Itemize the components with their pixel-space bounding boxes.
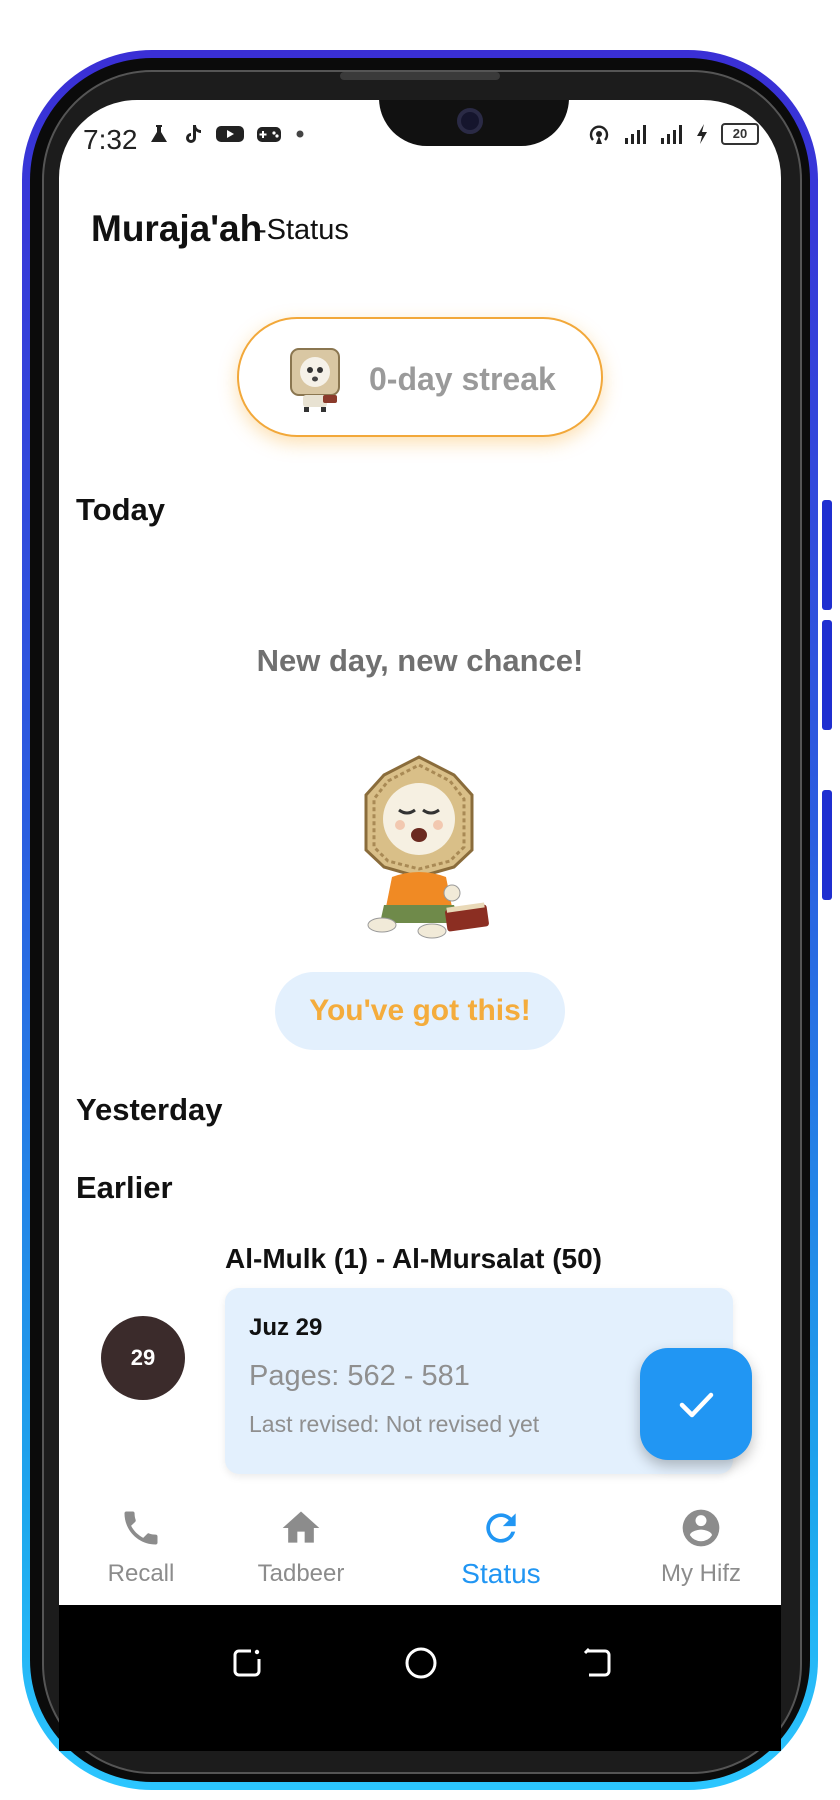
battery-level: 20 — [721, 123, 759, 145]
juz-number-badge: 29 — [101, 1316, 185, 1400]
page-title: Muraja'ah — [91, 208, 263, 249]
mascot-small-icon — [290, 348, 340, 412]
juz-last-revised: Last revised: Not revised yet — [249, 1411, 540, 1437]
charging-icon — [697, 124, 707, 144]
signal-4g-icon — [661, 125, 682, 144]
app-screen: 7:32 20 Muraja'ah -Status 0-day streak T… — [59, 100, 781, 1605]
nav-label-my-hifz: My Hifz — [661, 1560, 741, 1587]
streak-label: 0-day streak — [369, 361, 556, 397]
section-today-heading: Today — [76, 492, 165, 527]
volume-button — [822, 500, 832, 610]
nav-label-tadbeer: Tadbeer — [257, 1560, 345, 1587]
bottom-navigation: Recall Tadbeer Status My Hifz — [59, 1498, 781, 1605]
status-time: 7:32 — [83, 124, 138, 155]
juz-pages: Pages: 562 - 581 — [249, 1360, 470, 1392]
page-subtitle: -Status — [257, 214, 349, 246]
streak-pill[interactable]: 0-day streak — [237, 317, 603, 437]
flask-icon — [151, 125, 167, 142]
nav-item-recall[interactable]: Recall — [61, 1498, 221, 1588]
back-icon[interactable] — [579, 1645, 615, 1681]
check-icon — [679, 1392, 714, 1418]
juz-name: Juz 29 — [249, 1314, 323, 1341]
nav-label-status: Status — [461, 1558, 541, 1589]
gamepad-icon — [257, 127, 281, 142]
nav-item-status[interactable]: Status — [421, 1498, 581, 1590]
cheer-button[interactable]: You've got this! — [275, 972, 565, 1050]
nav-item-tadbeer[interactable]: Tadbeer — [221, 1498, 381, 1588]
dot-icon — [296, 130, 304, 138]
nav-label-recall: Recall — [107, 1560, 175, 1587]
camera-icon — [457, 108, 483, 134]
signal-icon — [625, 125, 646, 144]
volume-button-2 — [822, 620, 832, 730]
recents-icon[interactable] — [229, 1645, 265, 1681]
power-button — [822, 790, 832, 900]
mark-revised-fab[interactable] — [640, 1348, 752, 1460]
hotspot-icon — [589, 125, 609, 144]
phone-icon — [124, 1511, 158, 1545]
account-icon — [682, 1509, 720, 1547]
home-icon — [282, 1511, 320, 1543]
youtube-icon — [216, 126, 244, 142]
section-earlier-heading: Earlier — [76, 1170, 173, 1205]
system-navigation-bar — [59, 1605, 781, 1751]
sleeping-mascot-illustration — [364, 755, 489, 939]
nav-item-my-hifz[interactable]: My Hifz — [621, 1498, 781, 1588]
tiktok-icon — [186, 125, 201, 143]
home-nav-icon[interactable] — [403, 1645, 439, 1681]
status-right-icons: 20 — [587, 122, 759, 146]
status-left-icons — [147, 122, 307, 146]
speaker-grille — [340, 72, 500, 80]
section-yesterday-heading: Yesterday — [76, 1092, 223, 1127]
motivation-text: New day, new chance! — [256, 643, 584, 678]
surah-range-title: Al-Mulk (1) - Al-Mursalat (50) — [225, 1243, 602, 1274]
refresh-icon — [486, 1513, 516, 1543]
